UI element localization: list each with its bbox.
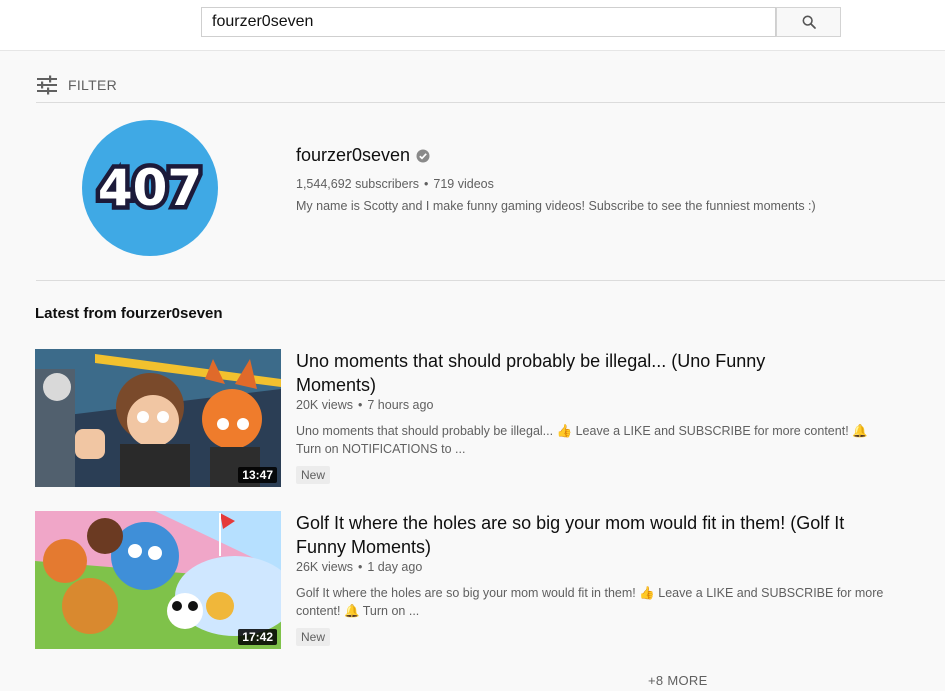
separator-dot: • (424, 177, 429, 191)
video-count: 719 videos (433, 177, 494, 191)
avatar-text: 407 (98, 159, 202, 217)
video-description: Uno moments that should probably be ille… (296, 422, 906, 458)
section-title: Latest from fourzer0seven (35, 305, 223, 322)
video-views: 26K views (296, 560, 353, 574)
filter-button[interactable]: FILTER (36, 73, 117, 97)
video-description-line: content! 🔔 Turn on ... (296, 604, 420, 618)
video-duration: 13:47 (238, 467, 277, 483)
new-badge: New (296, 628, 331, 646)
video-views: 20K views (296, 398, 353, 412)
video-duration: 17:42 (238, 629, 277, 645)
new-badge: New (296, 466, 331, 484)
verified-check-icon (416, 149, 430, 162)
subscriber-count: 1,544,692 subscribers (296, 177, 419, 191)
video-meta: 26K views • 1 day ago (296, 560, 422, 574)
video-title[interactable]: Golf It where the holes are so big your … (296, 511, 866, 559)
filter-label: FILTER (68, 77, 117, 93)
divider (36, 102, 945, 103)
channel-name-row[interactable]: fourzer0seven (296, 145, 430, 166)
avatar-logo: 407 (93, 155, 206, 222)
channel-avatar[interactable]: 407 (82, 120, 218, 256)
search-input[interactable]: fourzer0seven (201, 7, 776, 37)
video-description-line: Turn on NOTIFICATIONS to ... (296, 442, 466, 456)
separator-dot: • (357, 560, 363, 574)
video-description-line: Golf It where the holes are so big your … (296, 586, 884, 600)
video-description: Golf It where the holes are so big your … (296, 584, 906, 620)
video-thumbnail[interactable]: 13:47 (35, 349, 281, 487)
video-thumbnail[interactable]: 17:42 (35, 511, 281, 649)
separator-dot: • (357, 398, 363, 412)
video-title[interactable]: Uno moments that should probably be ille… (296, 349, 796, 397)
show-more-button[interactable]: +8 MORE (648, 673, 708, 688)
search-icon (802, 15, 816, 29)
divider (36, 280, 945, 281)
video-meta: 20K views • 7 hours ago (296, 398, 433, 412)
video-description-line: Uno moments that should probably be ille… (296, 424, 868, 438)
channel-meta: 1,544,692 subscribers • 719 videos (296, 177, 494, 191)
channel-description: My name is Scotty and I make funny gamin… (296, 199, 816, 213)
top-bar: fourzer0seven (0, 0, 945, 51)
video-age: 7 hours ago (367, 398, 434, 412)
filter-sliders-icon (37, 75, 57, 95)
search-button[interactable] (776, 7, 841, 37)
channel-name[interactable]: fourzer0seven (296, 145, 410, 166)
video-age: 1 day ago (367, 560, 423, 574)
